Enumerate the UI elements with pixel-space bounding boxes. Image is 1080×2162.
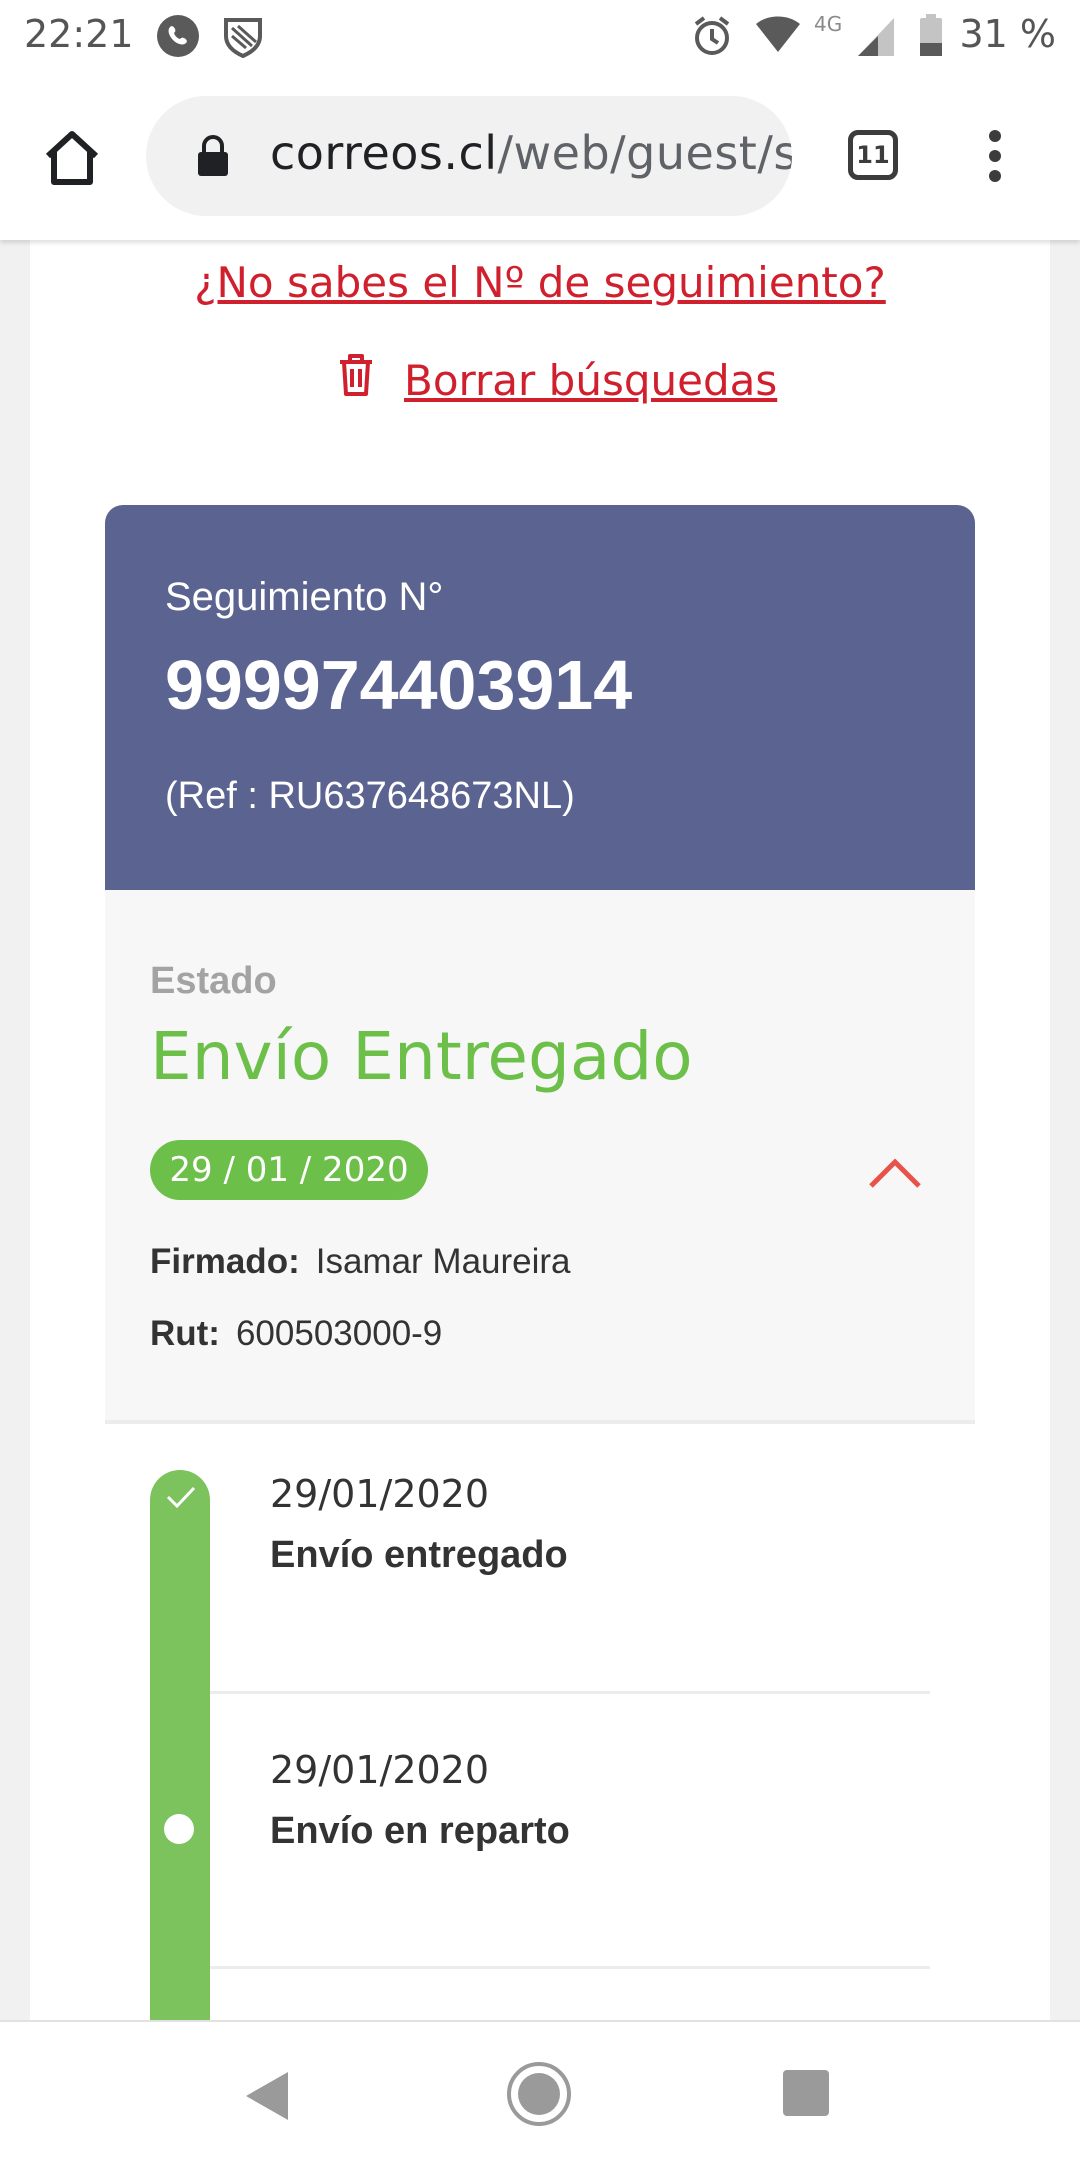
tracking-number: 999974403914 xyxy=(165,646,633,724)
menu-dot-icon xyxy=(989,170,1001,182)
shield-icon xyxy=(222,14,264,68)
back-triangle-icon xyxy=(246,2072,288,2120)
home-button[interactable] xyxy=(40,126,104,190)
url-path: /web/guest/s xyxy=(497,126,792,180)
status-value: Envío Entregado xyxy=(150,1018,693,1095)
timeline-dot-icon xyxy=(164,1814,194,1844)
collapse-button[interactable] xyxy=(867,1156,923,1190)
tracking-card-header: Seguimiento N° 999974403914 (Ref : RU637… xyxy=(105,505,975,890)
alarm-icon xyxy=(690,14,734,68)
tracking-label: Seguimiento N° xyxy=(165,575,444,619)
network-type: 4G xyxy=(814,12,843,36)
menu-dot-icon xyxy=(989,150,1001,162)
timeline-bar xyxy=(150,1470,210,2020)
divider xyxy=(210,1691,930,1694)
signed-value: Isamar Maureira xyxy=(315,1242,571,1281)
status-panel: Estado Envío Entregado 29 / 01 / 2020 Fi… xyxy=(105,890,975,1424)
phone-call-icon xyxy=(156,14,200,68)
menu-dot-icon xyxy=(989,130,1001,142)
status-label: Estado xyxy=(150,960,277,1002)
wifi-icon xyxy=(754,14,802,64)
home-circle-icon xyxy=(507,2062,571,2126)
browser-toolbar: correos.cl/web/guest/s 11 xyxy=(0,72,1080,240)
rut-label: Rut: xyxy=(150,1314,220,1353)
event-date: 29/01/2020 xyxy=(270,1748,490,1792)
trash-icon xyxy=(336,352,376,408)
home-icon xyxy=(45,131,99,185)
timeline-event: 29/01/2020 Envío entregado xyxy=(270,1472,568,1577)
event-date: 29/01/2020 xyxy=(270,1472,490,1516)
home-nav-button[interactable] xyxy=(505,2060,573,2133)
status-date-badge: 29 / 01 / 2020 xyxy=(150,1140,428,1200)
check-icon xyxy=(164,1482,198,1517)
back-button[interactable] xyxy=(244,2070,290,2127)
browser-menu-button[interactable] xyxy=(980,130,1010,186)
event-title: Envío entregado xyxy=(270,1534,568,1576)
recent-apps-button[interactable] xyxy=(783,2070,829,2116)
page-content: ¿No sabes el Nº de seguimiento? Borrar b… xyxy=(30,240,1050,2020)
timeline-event: 29/01/2020 Envío en reparto xyxy=(270,1748,570,1853)
rut-row: Rut: 600503000-9 xyxy=(150,1314,442,1354)
chevron-up-icon xyxy=(869,1158,921,1188)
lock-icon xyxy=(196,134,230,183)
battery-icon xyxy=(918,14,944,68)
clear-searches-label: Borrar búsquedas xyxy=(404,356,778,405)
tab-switcher-button[interactable]: 11 xyxy=(848,130,898,180)
divider xyxy=(210,1966,930,1969)
signal-icon xyxy=(856,14,896,68)
address-bar[interactable]: correos.cl/web/guest/s xyxy=(146,96,792,216)
battery-percentage: 31 % xyxy=(959,12,1056,56)
signed-label: Firmado: xyxy=(150,1242,300,1281)
tracking-reference: (Ref : RU637648673NL) xyxy=(165,775,575,817)
url-text: correos.cl/web/guest/s xyxy=(270,126,792,180)
signed-row: Firmado: Isamar Maureira xyxy=(150,1242,571,1282)
status-bar: 22:21 4G 31 % xyxy=(0,0,1080,72)
rut-value: 600503000-9 xyxy=(235,1314,443,1353)
status-time: 22:21 xyxy=(24,12,134,56)
no-tracking-number-link[interactable]: ¿No sabes el Nº de seguimiento? xyxy=(30,258,1050,307)
url-domain: correos.cl xyxy=(270,126,498,180)
system-nav-bar xyxy=(0,2020,1080,2162)
event-title: Envío en reparto xyxy=(270,1810,570,1852)
